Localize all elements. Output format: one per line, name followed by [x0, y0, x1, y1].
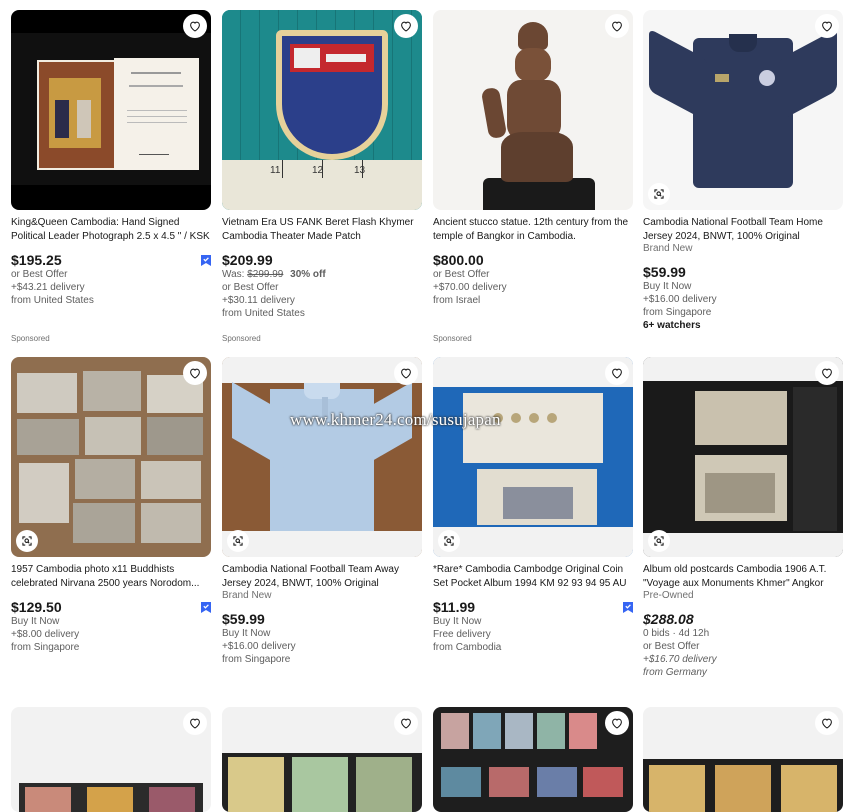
- watchers-count: 6+ watchers: [643, 320, 701, 331]
- discount-label: 30% off: [290, 269, 326, 280]
- listing-image-away-jersey[interactable]: [222, 357, 422, 557]
- listing-title[interactable]: Vietnam Era US FANK Beret Flash Khymer C…: [222, 216, 422, 243]
- purchase-option: Buy It Now: [222, 628, 271, 639]
- listing-image-portrait-stamps[interactable]: [643, 707, 843, 812]
- item-condition: Brand New: [222, 590, 272, 601]
- authenticity-badge-icon: [623, 602, 633, 613]
- purchase-option: or Best Offer: [11, 269, 68, 280]
- listing-title[interactable]: Album old postcards Cambodia 1906 A.T. "…: [643, 563, 843, 590]
- listing-image-stucco-statue[interactable]: [433, 10, 633, 210]
- purchase-option: Buy It Now: [643, 281, 692, 292]
- listing-price: $129.50: [11, 599, 62, 615]
- favorite-heart-icon[interactable]: [183, 711, 207, 735]
- listing-image-buddhist-photos[interactable]: [11, 357, 211, 557]
- favorite-heart-icon[interactable]: [815, 14, 839, 38]
- authenticity-badge-icon: [201, 255, 211, 266]
- delivery-cost: +$8.00 delivery: [11, 629, 80, 640]
- listing-card[interactable]: 1957 Cambodia photo x11 Buddhists celebr…: [11, 357, 211, 654]
- listing-card[interactable]: [433, 707, 633, 812]
- sponsored-label: Sponsored: [433, 334, 472, 343]
- listing-image-postcard-album[interactable]: [643, 357, 843, 557]
- sponsored-label: Sponsored: [222, 334, 261, 343]
- delivery-cost: +$16.00 delivery: [222, 641, 296, 652]
- listing-card[interactable]: Cambodia National Football Team Home Jer…: [643, 10, 843, 332]
- camera-search-icon[interactable]: [16, 530, 38, 552]
- camera-search-icon[interactable]: [438, 530, 460, 552]
- favorite-heart-icon[interactable]: [394, 711, 418, 735]
- original-price: $299.99: [247, 269, 284, 280]
- favorite-heart-icon[interactable]: [815, 361, 839, 385]
- listing-card[interactable]: [11, 707, 211, 812]
- authenticity-badge-icon: [201, 602, 211, 613]
- favorite-heart-icon[interactable]: [183, 14, 207, 38]
- delivery-cost: +$43.21 delivery: [11, 282, 85, 293]
- listing-card[interactable]: *Rare* Cambodia Cambodge Original Coin S…: [433, 357, 633, 654]
- favorite-heart-icon[interactable]: [605, 14, 629, 38]
- item-condition: Pre-Owned: [643, 590, 694, 601]
- bids-time-left: 0 bids · 4d 12h: [643, 628, 710, 639]
- purchase-option: Buy It Now: [433, 616, 482, 627]
- delivery-cost: +$30.11 delivery: [222, 295, 295, 306]
- watermark-text: www.khmer24.com/susujapan: [290, 410, 501, 429]
- listing-price: $209.99: [222, 252, 273, 268]
- favorite-heart-icon[interactable]: [605, 711, 629, 735]
- listing-title[interactable]: Cambodia National Football Team Home Jer…: [643, 216, 843, 243]
- item-location: from Germany: [643, 667, 707, 678]
- delivery-cost: +$16.70 delivery: [643, 654, 717, 665]
- item-condition: Brand New: [643, 243, 693, 254]
- favorite-heart-icon[interactable]: [394, 361, 418, 385]
- was-label: Was:: [222, 269, 245, 280]
- listing-card[interactable]: King&Queen Cambodia: Hand Signed Politic…: [11, 10, 211, 307]
- listing-card[interactable]: Ancient stucco statue. 12th century from…: [433, 10, 633, 307]
- listing-card[interactable]: Cambodia National Football Team Away Jer…: [222, 357, 422, 666]
- listing-card[interactable]: Album old postcards Cambodia 1906 A.T. "…: [643, 357, 843, 679]
- purchase-option: Buy It Now: [11, 616, 60, 627]
- camera-search-icon[interactable]: [648, 530, 670, 552]
- listing-title[interactable]: King&Queen Cambodia: Hand Signed Politic…: [11, 216, 211, 243]
- camera-search-icon[interactable]: [227, 530, 249, 552]
- listing-card[interactable]: 11 12 13 Vietnam Era US FANK Beret Flash…: [222, 10, 422, 320]
- purchase-option: or Best Offer: [222, 282, 279, 293]
- purchase-option: or Best Offer: [433, 269, 490, 280]
- favorite-heart-icon[interactable]: [183, 361, 207, 385]
- item-location: from Singapore: [643, 307, 712, 318]
- listing-title[interactable]: *Rare* Cambodia Cambodge Original Coin S…: [433, 563, 633, 590]
- listing-title[interactable]: 1957 Cambodia photo x11 Buddhists celebr…: [11, 563, 211, 590]
- listing-image-coin-album[interactable]: [433, 357, 633, 557]
- was-price: Was: $299.99 30% off: [222, 268, 422, 281]
- listing-image-home-jersey[interactable]: [643, 10, 843, 210]
- listing-image-signed-photograph[interactable]: [11, 10, 211, 210]
- sponsored-label: Sponsored: [11, 334, 50, 343]
- item-location: from Singapore: [222, 654, 291, 665]
- item-location: from United States: [222, 308, 305, 319]
- listing-price: $288.08: [643, 611, 694, 627]
- listing-image-stamps[interactable]: [11, 707, 211, 812]
- purchase-option: or Best Offer: [643, 641, 700, 652]
- listing-title[interactable]: Ancient stucco statue. 12th century from…: [433, 216, 633, 243]
- listing-image-beret-flash-patch[interactable]: 11 12 13: [222, 10, 422, 210]
- item-location: from Cambodia: [433, 642, 502, 653]
- item-location: from Singapore: [11, 642, 80, 653]
- delivery-cost: +$70.00 delivery: [433, 282, 507, 293]
- delivery-cost: Free delivery: [433, 629, 491, 640]
- listing-price: $800.00: [433, 252, 484, 268]
- listing-card[interactable]: [643, 707, 843, 812]
- camera-search-icon[interactable]: [648, 183, 670, 205]
- favorite-heart-icon[interactable]: [815, 711, 839, 735]
- listing-price: $59.99: [643, 264, 686, 280]
- listing-title[interactable]: Cambodia National Football Team Away Jer…: [222, 563, 422, 590]
- favorite-heart-icon[interactable]: [605, 361, 629, 385]
- item-location: from Israel: [433, 295, 481, 306]
- listing-card[interactable]: [222, 707, 422, 812]
- item-location: from United States: [11, 295, 94, 306]
- listing-price: $195.25: [11, 252, 62, 268]
- favorite-heart-icon[interactable]: [394, 14, 418, 38]
- listing-image-plant-stamps[interactable]: [222, 707, 422, 812]
- listing-image-stamp-sheet[interactable]: [433, 707, 633, 812]
- listing-price: $59.99: [222, 611, 265, 627]
- delivery-cost: +$16.00 delivery: [643, 294, 717, 305]
- listing-price: $11.99: [433, 599, 476, 615]
